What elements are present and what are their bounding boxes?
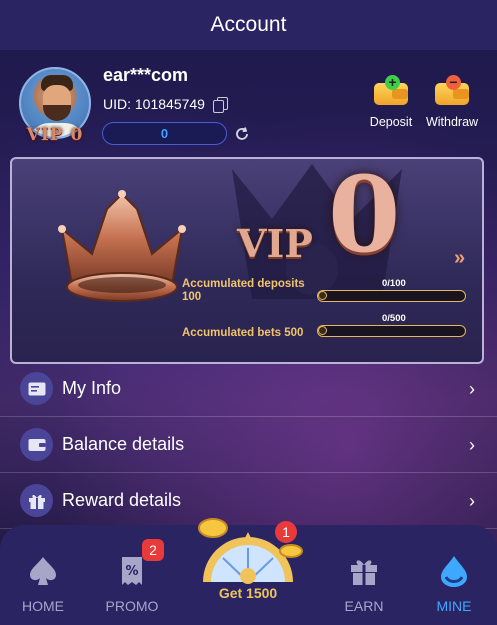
menu-item-my-info[interactable]: My Info › [0, 361, 497, 417]
chevron-right-icon: › [469, 379, 475, 399]
refresh-icon[interactable] [234, 126, 250, 142]
nav-label: EARN [344, 598, 384, 614]
crown-icon [58, 190, 186, 302]
gift-icon [20, 484, 53, 517]
balance-display: 0 [102, 122, 227, 145]
promo-badge: 2 [142, 539, 164, 561]
bets-label: Accumulated bets 500 [182, 327, 304, 339]
menu-label: My Info [62, 378, 122, 398]
nav-home[interactable]: HOME [3, 553, 83, 614]
vip-level-number: 0 [328, 157, 401, 276]
withdraw-button[interactable]: − Withdraw [422, 75, 482, 129]
uid-row: UID: 101845749 [103, 96, 228, 113]
chevron-right-icon: › [469, 491, 475, 511]
wallet-icon [20, 428, 53, 461]
nav-earn[interactable]: EARN [324, 553, 404, 614]
avatar-vip-badge: VIP 0 [26, 125, 84, 145]
deposits-label: Accumulated deposits 100 [182, 278, 305, 303]
nav-label: HOME [22, 598, 64, 614]
bets-progress-bar [317, 325, 466, 337]
menu-label: Balance details [62, 434, 185, 454]
wallet-minus-icon: − [433, 75, 471, 107]
deposit-button[interactable]: + Deposit [361, 75, 421, 129]
gift-icon [351, 560, 377, 585]
header-bar: Account [0, 0, 497, 50]
spade-icon [30, 557, 56, 585]
vip-word: VIP [237, 221, 313, 266]
profile-section: VIP 0 ear***com UID: 101845749 0 + Depos… [0, 50, 497, 155]
nav-mine[interactable]: MINE [414, 553, 494, 614]
chevron-right-icon: › [469, 435, 475, 455]
menu-label: Reward details [62, 490, 182, 510]
page-title: Account [210, 13, 287, 36]
withdraw-label: Withdraw [425, 115, 479, 129]
wallet-plus-icon: + [372, 75, 410, 107]
nav-promo[interactable]: % PROMO 2 [92, 539, 172, 614]
id-card-icon [20, 372, 53, 405]
deposit-label: Deposit [369, 115, 413, 129]
vip-card[interactable]: VIP 0 » Accumulated deposits 100 0/100 A… [10, 157, 484, 364]
nav-label: PROMO [105, 598, 159, 614]
copy-icon[interactable] [212, 97, 228, 113]
username: ear***com [103, 65, 189, 85]
get-bonus-button[interactable]: 1 Get 1500 [193, 518, 303, 608]
get-bonus-label: Get 1500 [218, 585, 278, 601]
deposits-progress-bar [317, 290, 466, 302]
chevron-right-icon[interactable]: » [454, 247, 472, 269]
bets-count: 0/500 [382, 313, 406, 324]
menu-item-balance-details[interactable]: Balance details › [0, 417, 497, 473]
droplet-icon [441, 556, 467, 587]
svg-text:%: % [125, 564, 138, 579]
deposits-count: 0/100 [382, 278, 406, 289]
nav-label: MINE [436, 598, 472, 614]
bonus-badge: 1 [275, 521, 297, 543]
uid-text: UID: 101845749 [103, 96, 205, 112]
